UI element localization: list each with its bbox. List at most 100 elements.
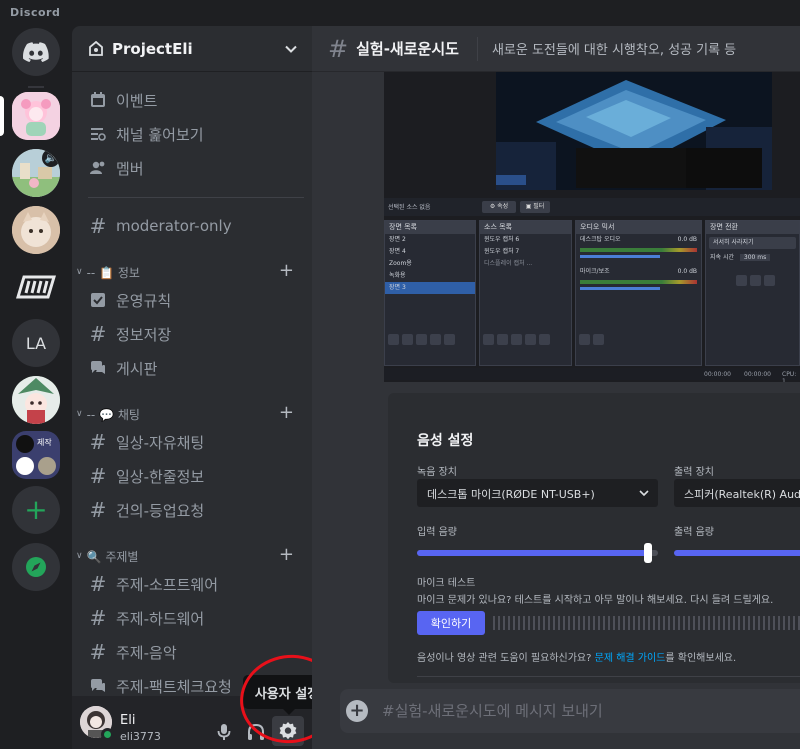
- obs-down-icon[interactable]: [539, 334, 550, 345]
- channel-software[interactable]: # 주제-소프트웨어: [80, 568, 304, 600]
- obs-props-button[interactable]: ⚙ 속성: [482, 201, 516, 213]
- add-channel-icon[interactable]: +: [279, 262, 294, 280]
- obs-source-item[interactable]: 디스플레이 캡처 ...: [480, 258, 571, 270]
- channel-info-store[interactable]: # 정보저장: [80, 318, 304, 350]
- attachment-image-obs[interactable]: 선택된 소스 없음 ⚙ 속성 ▣ 필터 장면 목록 장면 2 장면 4 Zoom…: [384, 72, 800, 382]
- explore-servers-button[interactable]: [12, 543, 60, 591]
- channel-label: 운영규칙: [116, 291, 172, 310]
- obs-scene-item[interactable]: 장면 4: [385, 246, 475, 258]
- server-projecteli[interactable]: [12, 92, 60, 140]
- obs-source-item[interactable]: 윈도우 캡처 7: [480, 246, 571, 258]
- obs-transition-select[interactable]: 서서히 사라지기: [709, 237, 796, 249]
- server-folder[interactable]: 제작: [12, 431, 60, 479]
- attach-button[interactable]: +: [346, 700, 368, 722]
- server-header[interactable]: ProjectEli: [72, 26, 312, 72]
- chevron-down-icon: [285, 45, 297, 53]
- voice-title: 음성 설정: [417, 433, 474, 449]
- home-button[interactable]: [12, 28, 60, 76]
- obs-remove-icon[interactable]: [750, 275, 761, 286]
- obs-scene-item[interactable]: 녹화용: [385, 270, 475, 282]
- obs-duration-value[interactable]: 300 ms: [739, 254, 771, 261]
- category-info[interactable]: ∨ -- 📋 정보 +: [74, 262, 304, 282]
- obs-volume-slider[interactable]: [580, 255, 660, 258]
- forum-icon: [88, 676, 108, 696]
- channel-suggestions[interactable]: # 건의-등업요청: [80, 494, 304, 526]
- mute-button[interactable]: [212, 720, 236, 744]
- guild-separator: [28, 86, 44, 88]
- obs-meter: [580, 248, 697, 252]
- section-divider: [417, 676, 800, 677]
- rules-icon: [88, 290, 108, 310]
- server-name: ProjectEli: [112, 39, 193, 58]
- channel-one-line-info[interactable]: # 일상-한줄정보: [80, 460, 304, 492]
- help-text-prefix: 음성이나 영상 관련 도움이 필요하신가요?: [417, 653, 592, 664]
- attachment-image-voice-settings[interactable]: 음성 설정 녹음 장치 출력 장치 데스크톱 마이크(RØDE NT-USB+)…: [388, 393, 800, 683]
- server-cat[interactable]: [12, 206, 60, 254]
- obs-add-icon[interactable]: [388, 334, 399, 345]
- obs-filters-button[interactable]: ▣ 필터: [520, 201, 550, 213]
- channel-header: # 실험-새로운시도 새로운 도전들에 대한 시행착오, 성공 기록 등: [312, 26, 800, 72]
- obs-track-name: 마이크/보조: [580, 268, 610, 275]
- hash-icon: #: [89, 572, 107, 596]
- obs-menu-icon[interactable]: [764, 275, 775, 286]
- slider-handle[interactable]: [644, 543, 653, 563]
- obs-duration-row: 지속 시간 300 ms: [706, 252, 799, 264]
- obs-scene-item[interactable]: Zoom용: [385, 258, 475, 270]
- message-input[interactable]: [382, 702, 782, 720]
- obs-filter-icon[interactable]: [416, 334, 427, 345]
- obs-panel-buttons: [579, 330, 607, 349]
- obs-gear-icon[interactable]: [511, 334, 522, 345]
- hash-icon: #: [89, 322, 107, 346]
- add-channel-icon[interactable]: +: [279, 404, 294, 422]
- message-composer: +: [340, 689, 800, 733]
- obs-remove-icon[interactable]: [497, 334, 508, 345]
- obs-filters-label: 필터: [533, 203, 545, 210]
- mic-level-meter: [493, 616, 800, 630]
- output-device-select[interactable]: 스피커(Realtek(R) Audi: [674, 479, 800, 507]
- add-channel-icon[interactable]: +: [279, 546, 294, 564]
- obs-scene-item[interactable]: 장면 2: [385, 234, 475, 246]
- server-2[interactable]: 🔊: [12, 149, 60, 197]
- category-chat[interactable]: ∨ -- 💬 채팅 +: [74, 404, 304, 424]
- server-anime[interactable]: [12, 376, 60, 424]
- obs-down-icon[interactable]: [444, 334, 455, 345]
- channel-board[interactable]: 게시판: [80, 352, 304, 384]
- obs-track-db: 0.0 dB: [677, 236, 697, 243]
- check-mic-button[interactable]: 확인하기: [417, 611, 485, 635]
- category-topics[interactable]: ∨ 🔍 주제별 +: [74, 546, 304, 566]
- members-label: 멤버: [116, 159, 144, 178]
- server-initials: LA: [25, 333, 47, 353]
- obs-mixer-panel: 오디오 믹서 데스크탑 오디오 0.0 dB 마이크/보조 0.0 dB: [575, 220, 702, 366]
- obs-remove-icon[interactable]: [402, 334, 413, 345]
- members-item[interactable]: 멤버: [80, 152, 304, 184]
- channel-hardware[interactable]: # 주제-하드웨어: [80, 602, 304, 634]
- browse-channels-item[interactable]: 채널 훑어보기: [80, 118, 304, 150]
- server-avatar-icon: [12, 206, 60, 254]
- obs-scene-item-selected[interactable]: 장면 3: [385, 282, 475, 294]
- obs-add-icon[interactable]: [483, 334, 494, 345]
- output-volume-slider[interactable]: [674, 550, 800, 556]
- obs-source-item[interactable]: 윈도우 캡처 6: [480, 234, 571, 246]
- obs-menu-icon[interactable]: [593, 334, 604, 345]
- server-avatar-icon: [12, 92, 60, 140]
- channel-free-chat[interactable]: # 일상-자유채팅: [80, 426, 304, 458]
- obs-up-icon[interactable]: [525, 334, 536, 345]
- obs-volume-slider[interactable]: [580, 287, 660, 290]
- channel-rules[interactable]: 운영규칙: [80, 284, 304, 316]
- calendar-icon: [88, 90, 108, 110]
- add-server-button[interactable]: +: [12, 486, 60, 534]
- obs-add-icon[interactable]: [736, 275, 747, 286]
- header-divider: [476, 36, 478, 61]
- obs-up-icon[interactable]: [430, 334, 441, 345]
- events-item[interactable]: 이벤트: [80, 84, 304, 116]
- troubleshooting-link[interactable]: 문제 해결 가이드: [595, 653, 666, 664]
- server-la[interactable]: LA: [12, 319, 60, 367]
- game-scene-icon: [496, 72, 772, 190]
- server-logo[interactable]: [12, 263, 60, 311]
- obs-gear-icon[interactable]: [579, 334, 590, 345]
- input-volume-slider[interactable]: [417, 543, 658, 563]
- forum-icon: [88, 358, 108, 378]
- input-device-select[interactable]: 데스크톱 마이크(RØDE NT-USB+): [417, 479, 658, 507]
- channel-moderator-only[interactable]: # moderator-only: [80, 210, 304, 242]
- hash-lock-icon: #: [89, 214, 107, 238]
